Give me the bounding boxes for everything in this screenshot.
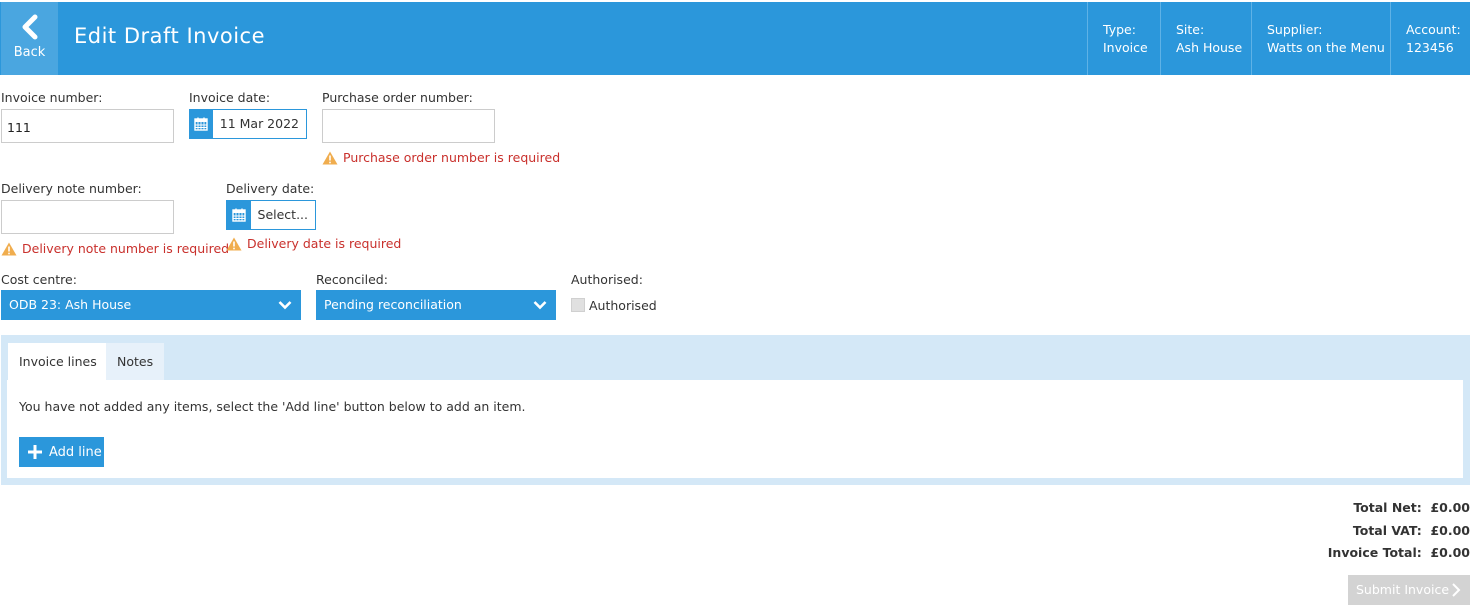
total-vat: Total VAT: £0.00 <box>1353 523 1470 538</box>
invoice-total-value: £0.00 <box>1430 545 1470 560</box>
po-number-input[interactable] <box>322 109 495 143</box>
delivery-date-error-text: Delivery date is required <box>247 236 402 251</box>
authorised-checkbox[interactable] <box>571 298 585 312</box>
chevron-left-icon <box>22 14 38 40</box>
delivery-note-error-text: Delivery note number is required <box>22 241 230 256</box>
meta-site: Site: Ash House <box>1160 2 1251 75</box>
tab-notes[interactable]: Notes <box>106 343 165 381</box>
meta-account-value: 123456 <box>1406 40 1454 55</box>
chevron-right-icon <box>1452 583 1461 597</box>
reconciled-label: Reconciled: <box>316 272 388 287</box>
meta-account: Account: 123456 <box>1390 2 1470 75</box>
plus-icon <box>28 445 42 459</box>
chevron-down-icon <box>278 301 292 310</box>
meta-supplier-label: Supplier: <box>1267 22 1323 37</box>
empty-lines-message: You have not added any items, select the… <box>19 399 526 414</box>
cost-centre-select[interactable]: ODB 23: Ash House <box>1 290 301 320</box>
invoice-number-label: Invoice number: <box>1 90 103 105</box>
reconciled-select[interactable]: Pending reconciliation <box>316 290 556 320</box>
invoice-date-value: 11 Mar 2022 <box>219 116 299 131</box>
invoice-total-label: Invoice Total: <box>1327 545 1422 560</box>
meta-account-label: Account: <box>1406 22 1461 37</box>
calendar-icon <box>227 201 251 229</box>
tab-invoice-lines[interactable]: Invoice lines <box>8 343 108 381</box>
total-net-value: £0.00 <box>1430 500 1470 515</box>
delivery-date-label: Delivery date: <box>226 181 315 196</box>
authorised-label: Authorised: <box>571 272 643 287</box>
invoice-number-input[interactable]: 111 <box>1 109 174 143</box>
meta-site-value: Ash House <box>1176 40 1243 55</box>
cost-centre-label: Cost centre: <box>1 272 77 287</box>
page-title: Edit Draft Invoice <box>74 24 266 48</box>
invoice-tabs-panel: Invoice lines Notes You have not added a… <box>1 335 1470 485</box>
delivery-date-error: Delivery date is required <box>226 236 401 251</box>
delivery-date-value: Select... <box>257 207 308 222</box>
delivery-date-picker[interactable]: Select... <box>226 200 316 230</box>
reconciled-value: Pending reconciliation <box>324 297 462 312</box>
add-line-button[interactable]: Add line <box>19 437 104 467</box>
invoice-date-picker[interactable]: 11 Mar 2022 <box>189 109 307 139</box>
delivery-note-error: Delivery note number is required <box>1 241 229 256</box>
meta-supplier-value: Watts on the Menu <box>1267 40 1385 55</box>
warning-icon <box>322 151 338 164</box>
po-number-error-text: Purchase order number is required <box>343 150 561 165</box>
chevron-down-icon <box>533 301 547 310</box>
total-vat-label: Total VAT: <box>1352 523 1422 538</box>
authorised-checkbox-label[interactable]: Authorised <box>589 298 657 313</box>
header-bar: Back Edit Draft Invoice Type: Invoice Si… <box>0 2 1470 75</box>
meta-type: Type: Invoice <box>1087 2 1160 75</box>
po-number-label: Purchase order number: <box>322 90 473 105</box>
invoice-date-label: Invoice date: <box>189 90 271 105</box>
meta-site-label: Site: <box>1176 22 1205 37</box>
meta-type-label: Type: <box>1103 22 1136 37</box>
delivery-note-input[interactable] <box>1 200 174 234</box>
delivery-note-label: Delivery note number: <box>1 181 142 196</box>
meta-supplier: Supplier: Watts on the Menu <box>1251 2 1390 75</box>
meta-type-value: Invoice <box>1103 40 1148 55</box>
warning-icon <box>226 237 242 250</box>
back-label: Back <box>13 45 46 60</box>
submit-invoice-button[interactable]: Submit Invoice <box>1348 575 1470 605</box>
calendar-icon <box>190 110 213 138</box>
total-net: Total Net: £0.00 <box>1353 500 1470 515</box>
add-line-label: Add line <box>49 444 102 460</box>
total-vat-value: £0.00 <box>1430 523 1470 538</box>
back-button[interactable]: Back <box>1 2 58 75</box>
cost-centre-value: ODB 23: Ash House <box>9 297 132 312</box>
invoice-lines-body: You have not added any items, select the… <box>7 380 1463 478</box>
po-number-error: Purchase order number is required <box>322 150 560 165</box>
total-net-label: Total Net: <box>1353 500 1422 515</box>
warning-icon <box>1 242 17 255</box>
submit-invoice-label: Submit Invoice <box>1356 582 1450 597</box>
invoice-total: Invoice Total: £0.00 <box>1328 545 1470 560</box>
